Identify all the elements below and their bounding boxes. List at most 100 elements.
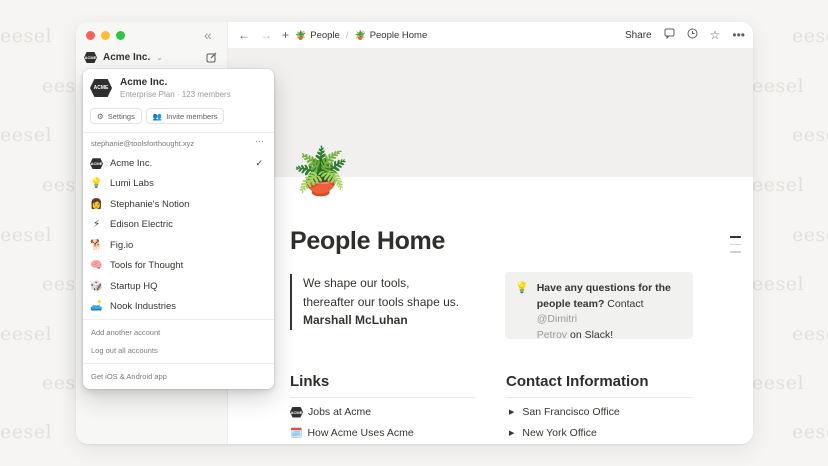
toggle-label: San Francisco Office: [522, 406, 620, 418]
minimize-window-button[interactable]: [101, 31, 110, 40]
link-item[interactable]: ACME Jobs at Acme: [290, 406, 371, 418]
dropdown-header: ACME Acme Inc. Enterprise Plan · 123 mem…: [90, 77, 231, 99]
workspace-label: Lumi Labs: [110, 178, 154, 190]
workspace-item-edison-electric[interactable]: ⚡ Edison Electric: [90, 215, 267, 236]
watermark: eesel: [0, 421, 53, 443]
divider: [83, 319, 274, 320]
maximize-window-button[interactable]: [116, 31, 125, 40]
more-options-icon[interactable]: ···: [255, 136, 264, 146]
acme-logo-icon: ACME: [84, 52, 97, 63]
workspace-label: Edison Electric: [110, 219, 173, 231]
quote-block[interactable]: We shape our tools, thereafter our tools…: [290, 274, 459, 330]
account-email: stephanie@toolsforthought.xyz: [91, 139, 195, 148]
workspace-title: Acme Inc.: [120, 77, 168, 88]
watermark: eesel: [0, 323, 53, 345]
invite-members-button[interactable]: 👥 Invite members: [145, 108, 225, 124]
workspace-label: Startup HQ: [110, 280, 158, 292]
toggle-item[interactable]: ▶ San Francisco Office: [509, 406, 620, 418]
callout-text-part: Contact: [604, 297, 644, 310]
link-label: How Acme Uses Acme: [307, 427, 414, 439]
acme-logo-icon: ACME: [90, 79, 112, 97]
workspace-switcher[interactable]: ACME Acme Inc. ⌄: [84, 52, 163, 63]
window-controls: [86, 31, 125, 40]
add-account-link[interactable]: Add another account: [91, 328, 160, 337]
callout-bold: people team?: [536, 297, 605, 310]
dog-icon: 🐕: [90, 239, 103, 251]
watermark: eesel: [792, 124, 828, 146]
workspace-item-lumi-labs[interactable]: 💡 Lumi Labs: [90, 174, 267, 195]
workspace-list: ACME Acme Inc. ✓ 💡 Lumi Labs 👩 Stephanie…: [90, 153, 267, 317]
share-button[interactable]: Share: [625, 30, 652, 41]
breadcrumb-current[interactable]: People Home: [370, 30, 428, 41]
logout-all-link[interactable]: Log out all accounts: [91, 346, 158, 355]
workspace-label: Nook Industries: [110, 301, 177, 313]
user-mention[interactable]: @Dimitri: [537, 313, 577, 325]
settings-label: Settings: [107, 111, 135, 121]
brain-icon: 🧠: [90, 260, 103, 272]
toggle-triangle-icon[interactable]: ▶: [509, 429, 514, 437]
page-title[interactable]: People Home: [290, 227, 445, 256]
breadcrumb: 🪴 People / 🪴 People Home: [295, 30, 427, 41]
add-icon[interactable]: +: [282, 28, 289, 42]
page-plant-icon[interactable]: 🪴: [292, 148, 349, 194]
main-content: ← → + 🪴 People / 🪴 People Home Share ☆ •…: [228, 22, 753, 444]
toggle-item[interactable]: ▶ New York Office: [509, 427, 597, 439]
callout-text: Have any questions for the people team? …: [536, 281, 683, 341]
forward-arrow-icon[interactable]: →: [260, 28, 272, 42]
link-label: Jobs at Acme: [308, 406, 372, 418]
table-of-contents-indicator[interactable]: [730, 236, 741, 253]
dice-icon: 🎲: [90, 280, 103, 292]
divider: [506, 397, 693, 398]
callout-text-part: on Slack!: [567, 328, 614, 341]
workspace-item-stephanies-notion[interactable]: 👩 Stephanie's Notion: [90, 194, 267, 215]
watermark: eesel: [752, 174, 805, 196]
chevron-down-icon: ⌄: [156, 53, 163, 62]
watermark: eesel: [792, 224, 828, 246]
divider: [83, 363, 274, 364]
dropdown-actions: ⚙ Settings 👥 Invite members: [90, 108, 225, 124]
comments-icon[interactable]: [664, 28, 675, 42]
user-mention[interactable]: Petrov: [537, 329, 567, 341]
couch-icon: 🛋️: [90, 301, 103, 313]
workspace-dropdown: ACME Acme Inc. Enterprise Plan · 123 mem…: [83, 69, 274, 389]
workspace-plan: Enterprise Plan · 123 members: [120, 90, 231, 99]
invite-label: Invite members: [166, 111, 218, 121]
people-page-icon: 🪴: [295, 29, 307, 40]
favorite-star-icon[interactable]: ☆: [710, 28, 721, 42]
callout-block[interactable]: 💡 Have any questions for the people team…: [505, 272, 693, 341]
invite-user-icon: 👥: [152, 111, 163, 121]
watermark: eesel: [752, 75, 805, 97]
checkmark-icon: ✓: [255, 157, 263, 168]
workspace-item-acme[interactable]: ACME Acme Inc. ✓: [90, 153, 267, 174]
links-heading[interactable]: Links: [290, 373, 329, 390]
workspace-item-tools-for-thought[interactable]: 🧠 Tools for Thought: [90, 256, 267, 277]
watermark: eesel: [0, 25, 53, 47]
workspace-item-startup-hq[interactable]: 🎲 Startup HQ: [90, 276, 267, 297]
topbar-actions: Share ☆ •••: [625, 28, 745, 42]
new-page-icon[interactable]: [206, 52, 217, 66]
workspace-name: Acme Inc.: [103, 52, 151, 63]
plant-icon: 🪴: [354, 29, 366, 40]
close-window-button[interactable]: [86, 31, 95, 40]
collapse-sidebar-icon[interactable]: «: [204, 27, 212, 43]
lightning-icon: ⚡: [92, 219, 101, 231]
workspace-item-fig-io[interactable]: 🐕 Fig.io: [90, 235, 267, 256]
contact-heading[interactable]: Contact Information: [506, 373, 649, 390]
toggle-triangle-icon[interactable]: ▶: [509, 408, 514, 416]
watermark: eesel: [752, 372, 805, 394]
callout-bold: Have any questions for the: [536, 282, 671, 294]
workspace-item-nook-industries[interactable]: 🛋️ Nook Industries: [90, 297, 267, 318]
toggle-label: New York Office: [522, 427, 597, 439]
back-arrow-icon[interactable]: ←: [238, 28, 250, 42]
workspace-label: Tools for Thought: [110, 260, 184, 272]
quote-line: thereafter our tools shape us.: [303, 294, 460, 309]
history-icon[interactable]: [687, 28, 698, 42]
settings-button[interactable]: ⚙ Settings: [90, 108, 142, 124]
breadcrumb-parent[interactable]: People: [310, 30, 340, 41]
workspace-label: Stephanie's Notion: [110, 198, 190, 210]
link-item[interactable]: 🗓️ How Acme Uses Acme: [290, 427, 414, 439]
quote-line: We shape our tools,: [303, 276, 410, 290]
more-options-icon[interactable]: •••: [732, 28, 745, 42]
get-mobile-app-link[interactable]: Get iOS & Android app: [91, 372, 167, 381]
divider: [290, 397, 475, 398]
